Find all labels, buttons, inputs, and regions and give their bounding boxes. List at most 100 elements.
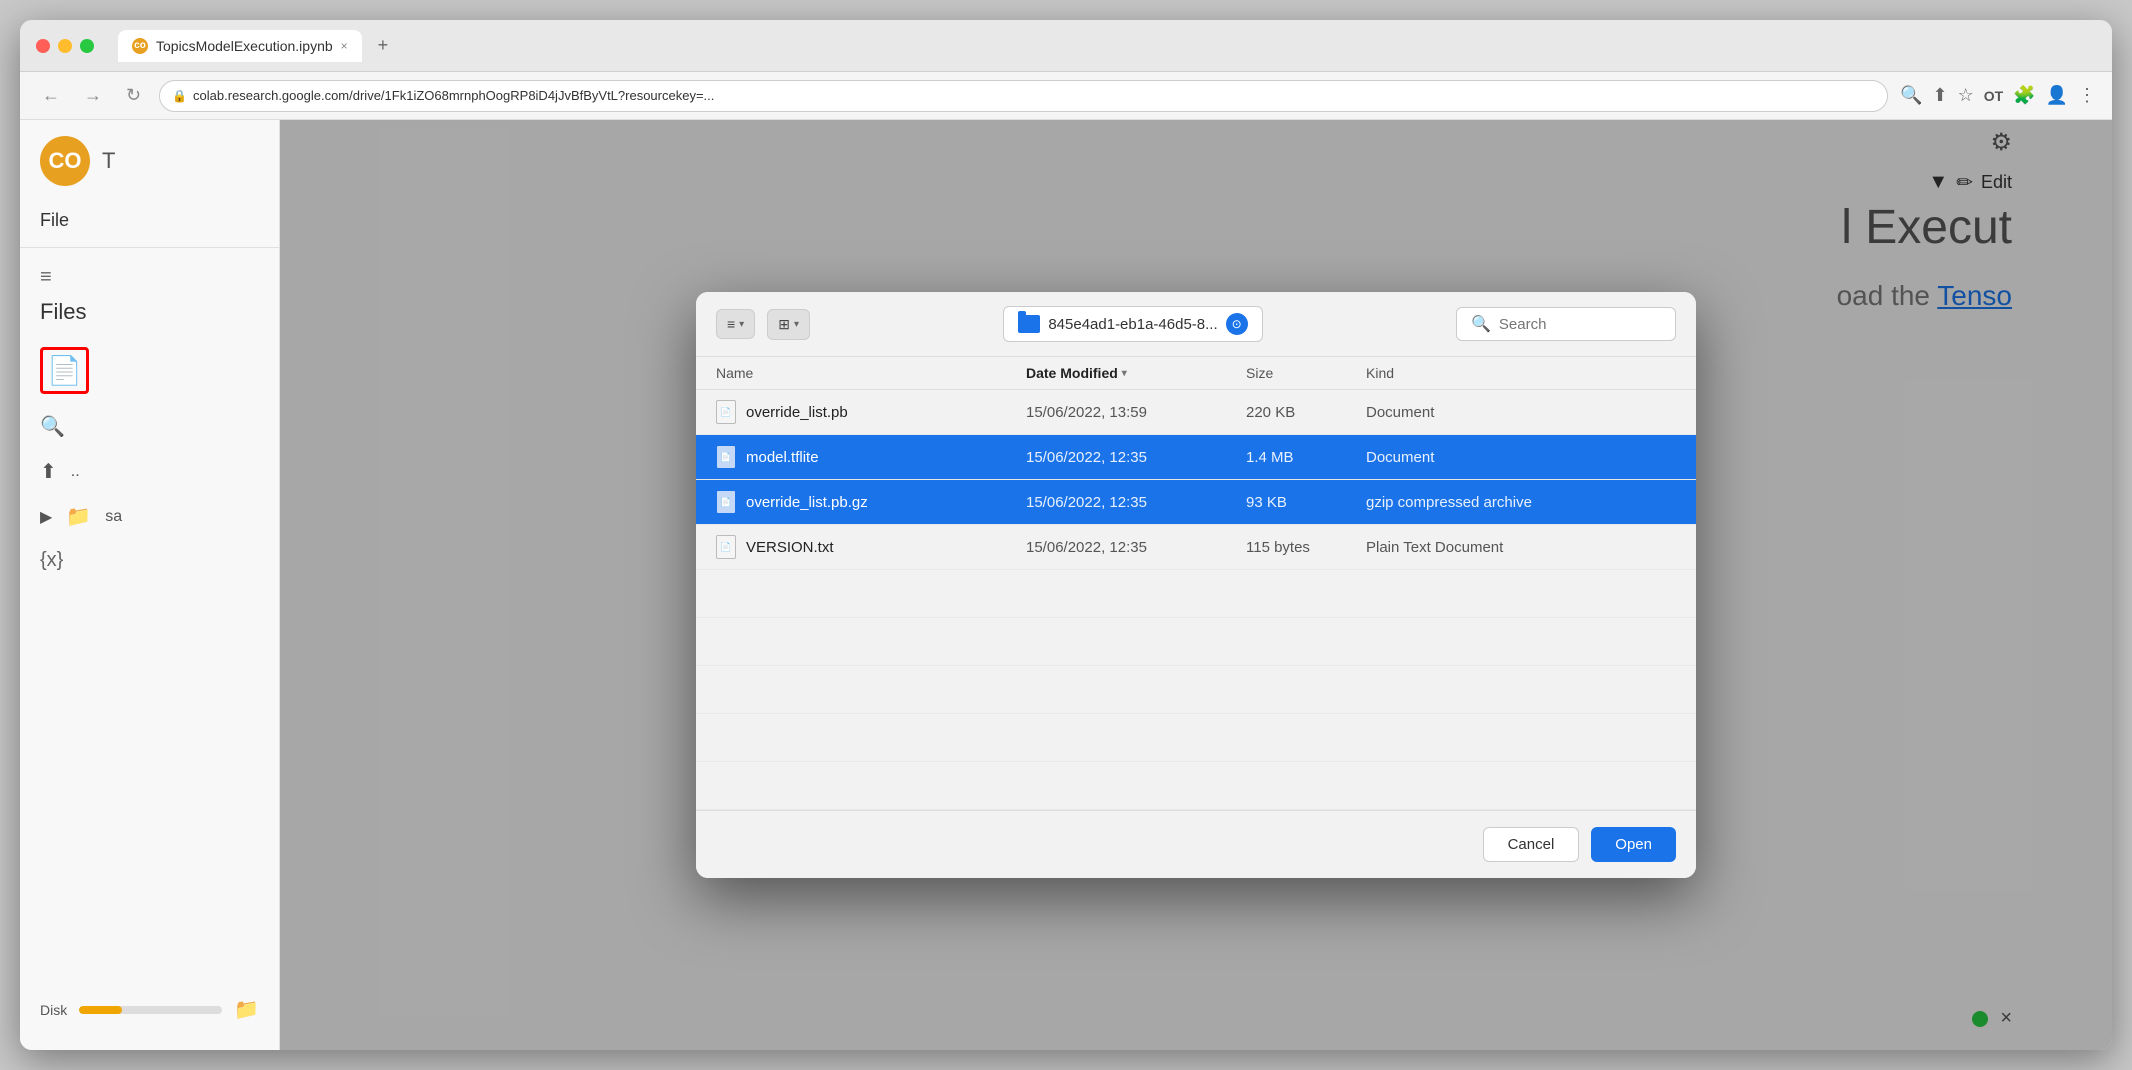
address-text: colab.research.google.com/drive/1Fk1iZO6…: [193, 88, 714, 103]
upload-folder-icon: ⬆: [40, 459, 57, 484]
location-chevron-button[interactable]: ⊙: [1226, 313, 1248, 335]
file-icon: 📄: [716, 445, 736, 469]
maximize-button[interactable]: [80, 39, 94, 53]
new-tab-button[interactable]: +: [370, 31, 397, 60]
sidebar-item-variables[interactable]: {x}: [20, 539, 279, 582]
search-box[interactable]: 🔍: [1456, 307, 1676, 341]
sidebar-item-folder[interactable]: ▶ 📁 sa: [20, 494, 279, 539]
sidebar-item-menu[interactable]: ≡: [20, 256, 279, 299]
disk-section: Disk 📁: [20, 985, 279, 1034]
file-date: 15/06/2022, 13:59: [1026, 404, 1246, 421]
tab-favicon: co: [132, 38, 148, 54]
back-button[interactable]: ←: [36, 81, 66, 110]
file-size: 220 KB: [1246, 404, 1366, 421]
file-row[interactable]: 📄 model.tflite 15/06/2022, 12:35 1.4 MB …: [696, 435, 1696, 480]
files-label: Files: [20, 299, 279, 337]
folder-label: sa: [105, 508, 122, 526]
profile-text: OT: [1984, 88, 2003, 104]
address-bar[interactable]: 🔒 colab.research.google.com/drive/1Fk1iZ…: [159, 80, 1888, 112]
date-column-header[interactable]: Date Modified ▾: [1026, 365, 1246, 381]
file-date: 15/06/2022, 12:35: [1026, 539, 1246, 556]
zoom-icon[interactable]: 🔍: [1900, 85, 1922, 106]
empty-row: [696, 618, 1696, 666]
extensions-icon[interactable]: 🧩: [2013, 85, 2035, 106]
refresh-button[interactable]: ↻: [120, 81, 147, 110]
location-bar: 845e4ad1-eb1a-46d5-8... ⊙: [822, 306, 1444, 342]
tab-title: TopicsModelExecution.ipynb: [156, 38, 333, 54]
dialog-overlay: ≡ ▾ ⊞ ▾ 845e4ad1-eb1a-46d5-8... ⊙: [280, 120, 2112, 1050]
file-size: 115 bytes: [1246, 539, 1366, 556]
file-name: model.tflite: [746, 449, 819, 466]
file-section-label: File: [20, 202, 279, 239]
folder-expand-icon: ▶: [40, 507, 52, 527]
search-input[interactable]: [1499, 316, 1661, 333]
grid-view-button[interactable]: ⊞ ▾: [767, 309, 810, 340]
page-content: CO T File ≡ Files 📄 🔍 ⬆ ..: [20, 120, 2112, 1050]
nav-bar: ← → ↻ 🔒 colab.research.google.com/drive/…: [20, 72, 2112, 120]
size-column-header[interactable]: Size: [1246, 365, 1366, 381]
close-button[interactable]: [36, 39, 50, 53]
file-row[interactable]: 📄 VERSION.txt 15/06/2022, 12:35 115 byte…: [696, 525, 1696, 570]
colab-logo-text: T: [102, 148, 115, 174]
sidebar-item-upload-folder[interactable]: ⬆ ..: [20, 449, 279, 494]
file-icon: 📄: [716, 490, 736, 514]
file-name-cell: 📄 model.tflite: [716, 445, 1026, 469]
open-button[interactable]: Open: [1591, 827, 1676, 862]
sidebar-item-upload[interactable]: 📄: [20, 337, 279, 404]
file-date: 15/06/2022, 12:35: [1026, 449, 1246, 466]
nav-actions: 🔍 ⬆ ☆ OT 🧩 👤 ⋮: [1900, 85, 2096, 106]
file-name: override_list.pb: [746, 404, 848, 421]
empty-row: [696, 714, 1696, 762]
file-name: VERSION.txt: [746, 539, 834, 556]
search-icon: 🔍: [1471, 314, 1491, 334]
title-bar: co TopicsModelExecution.ipynb × +: [20, 20, 2112, 72]
forward-button[interactable]: →: [78, 81, 108, 110]
upload-icon: 📄: [47, 354, 82, 387]
file-row[interactable]: 📄 override_list.pb 15/06/2022, 13:59 220…: [696, 390, 1696, 435]
file-size: 93 KB: [1246, 494, 1366, 511]
disk-bar: [79, 1006, 222, 1014]
file-name: override_list.pb.gz: [746, 494, 868, 511]
file-row[interactable]: 📄 override_list.pb.gz 15/06/2022, 12:35 …: [696, 480, 1696, 525]
file-icon: 📄: [716, 400, 736, 424]
disk-icon: 📁: [234, 997, 259, 1022]
file-icon: 📄: [716, 535, 736, 559]
file-name-cell: 📄 override_list.pb: [716, 400, 1026, 424]
file-list: 📄 override_list.pb 15/06/2022, 13:59 220…: [696, 390, 1696, 810]
file-name-cell: 📄 VERSION.txt: [716, 535, 1026, 559]
grid-view-chevron: ▾: [794, 319, 799, 330]
menu-icon: ≡: [40, 266, 52, 289]
main-content: ⚙ ▼ ✏ Edit l Execut oad the Tenso ×: [280, 120, 2112, 1050]
file-column-headers: Name Date Modified ▾ Size Kind: [696, 357, 1696, 390]
grid-view-icon: ⊞: [778, 316, 790, 333]
disk-label: Disk: [40, 1002, 67, 1018]
colab-logo-icon: CO: [40, 136, 90, 186]
sidebar-item-search[interactable]: 🔍: [20, 404, 279, 449]
folder-icon: 📁: [66, 504, 91, 529]
cancel-button[interactable]: Cancel: [1483, 827, 1580, 862]
active-tab[interactable]: co TopicsModelExecution.ipynb ×: [118, 30, 362, 62]
file-kind: Plain Text Document: [1366, 539, 1676, 556]
upload-highlight-box: 📄: [40, 347, 89, 394]
profile-icon[interactable]: 👤: [2046, 85, 2068, 106]
list-view-chevron: ▾: [739, 319, 744, 330]
name-column-header[interactable]: Name: [716, 365, 1026, 381]
colab-logo: CO T: [20, 136, 279, 202]
variables-icon: {x}: [40, 549, 63, 572]
file-dialog: ≡ ▾ ⊞ ▾ 845e4ad1-eb1a-46d5-8... ⊙: [696, 292, 1696, 878]
share-icon[interactable]: ⬆: [1932, 85, 1947, 106]
tab-close-button[interactable]: ×: [341, 39, 348, 53]
location-text: 845e4ad1-eb1a-46d5-8...: [1048, 316, 1217, 333]
empty-row: [696, 570, 1696, 618]
bookmark-icon[interactable]: ☆: [1958, 85, 1974, 106]
minimize-button[interactable]: [58, 39, 72, 53]
kind-column-header[interactable]: Kind: [1366, 365, 1676, 381]
browser-window: co TopicsModelExecution.ipynb × + ← → ↻ …: [20, 20, 2112, 1050]
list-view-icon: ≡: [727, 316, 735, 332]
list-view-button[interactable]: ≡ ▾: [716, 309, 755, 339]
file-kind: gzip compressed archive: [1366, 494, 1676, 511]
menu-icon[interactable]: ⋮: [2078, 85, 2096, 106]
search-icon: 🔍: [40, 414, 65, 439]
tab-bar: co TopicsModelExecution.ipynb × +: [118, 30, 2096, 62]
dots-label: ..: [71, 463, 80, 481]
